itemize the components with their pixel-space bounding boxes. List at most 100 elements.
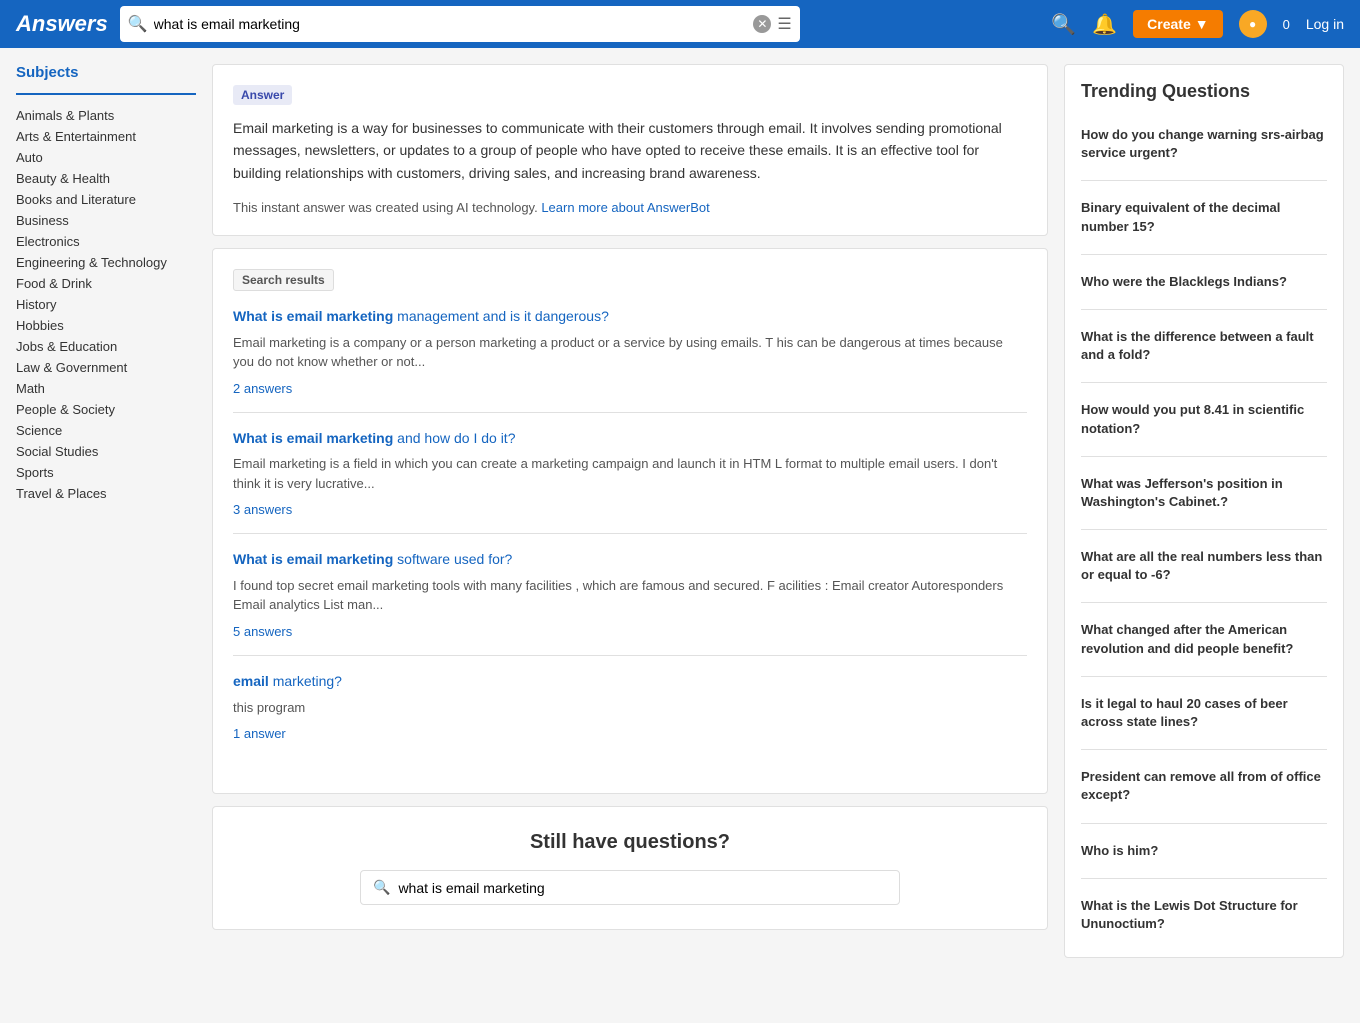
still-search-bar: 🔍: [360, 870, 900, 905]
results-box: Search results What is email marketing m…: [212, 248, 1048, 794]
clear-search-button[interactable]: ✕: [753, 15, 771, 33]
sidebar-item[interactable]: History: [16, 294, 196, 315]
result-title-rest[interactable]: management and is it dangerous?: [393, 308, 609, 324]
still-search-icon: 🔍: [373, 879, 390, 896]
still-questions-box: Still have questions? 🔍: [212, 806, 1048, 930]
search-icon: 🔍: [128, 14, 148, 34]
sidebar-item[interactable]: Hobbies: [16, 315, 196, 336]
trending-item[interactable]: How would you put 8.41 in scientific not…: [1081, 393, 1327, 445]
trending-divider: [1081, 529, 1327, 530]
content: Answer Email marketing is a way for busi…: [212, 64, 1048, 958]
trending-divider: [1081, 382, 1327, 383]
result-title-bold[interactable]: email: [233, 673, 269, 689]
result-answers-count[interactable]: 1 answer: [233, 726, 286, 741]
result-title: What is email marketing management and i…: [233, 307, 1027, 327]
create-button[interactable]: Create ▼: [1133, 10, 1222, 38]
result-item: email marketing? this program 1 answer: [233, 672, 1027, 757]
result-answers-count[interactable]: 3 answers: [233, 502, 292, 517]
trending-divider: [1081, 309, 1327, 310]
sidebar-item[interactable]: Books and Literature: [16, 189, 196, 210]
trending-divider: [1081, 456, 1327, 457]
result-title-bold[interactable]: What is email marketing: [233, 308, 393, 324]
result-title: email marketing?: [233, 672, 1027, 692]
sidebar-item[interactable]: Travel & Places: [16, 483, 196, 504]
ai-note: This instant answer was created using AI…: [233, 200, 1027, 215]
notification-icon[interactable]: 🔔: [1092, 12, 1117, 37]
result-snippet: Email marketing is a company or a person…: [233, 333, 1027, 372]
result-items: What is email marketing management and i…: [233, 307, 1027, 757]
sidebar-item[interactable]: People & Society: [16, 399, 196, 420]
trending-item[interactable]: Binary equivalent of the decimal number …: [1081, 191, 1327, 243]
trending-item[interactable]: How do you change warning srs-airbag ser…: [1081, 118, 1327, 170]
trending-divider: [1081, 823, 1327, 824]
still-search-input[interactable]: [398, 880, 887, 896]
search-input[interactable]: [154, 16, 748, 32]
sidebar-item[interactable]: Animals & Plants: [16, 105, 196, 126]
user-points: 0: [1283, 17, 1290, 32]
header: Answers 🔍 ✕ ☰ 🔍 🔔 Create ▼ ● 0 Log in: [0, 0, 1360, 48]
sidebar-item[interactable]: Sports: [16, 462, 196, 483]
answer-box: Answer Email marketing is a way for busi…: [212, 64, 1048, 236]
result-title: What is email marketing software used fo…: [233, 550, 1027, 570]
result-answers-count[interactable]: 2 answers: [233, 381, 292, 396]
result-item: What is email marketing and how do I do …: [233, 429, 1027, 535]
trending-item[interactable]: Is it legal to haul 20 cases of beer acr…: [1081, 687, 1327, 739]
trending-divider: [1081, 878, 1327, 879]
header-actions: 🔍 🔔 Create ▼ ● 0 Log in: [1051, 10, 1344, 38]
search-bar: 🔍 ✕ ☰: [120, 6, 800, 42]
still-questions-title: Still have questions?: [233, 831, 1027, 854]
trending-divider: [1081, 602, 1327, 603]
results-tag: Search results: [233, 269, 334, 291]
sidebar-item[interactable]: Law & Government: [16, 357, 196, 378]
trending-divider: [1081, 676, 1327, 677]
sidebar-item[interactable]: Math: [16, 378, 196, 399]
trending-item[interactable]: What is the Lewis Dot Structure for Unun…: [1081, 889, 1327, 941]
sidebar-item[interactable]: Science: [16, 420, 196, 441]
trending-item[interactable]: Who is him?: [1081, 834, 1327, 868]
result-title-rest[interactable]: marketing?: [269, 673, 342, 689]
result-snippet: this program: [233, 698, 1027, 718]
sidebar-items: Animals & PlantsArts & EntertainmentAuto…: [16, 105, 196, 504]
result-title-rest[interactable]: and how do I do it?: [393, 430, 515, 446]
main-layout: Subjects Animals & PlantsArts & Entertai…: [0, 48, 1360, 974]
logo[interactable]: Answers: [16, 11, 108, 37]
result-answers-count[interactable]: 5 answers: [233, 624, 292, 639]
trending-title: Trending Questions: [1081, 81, 1327, 102]
sidebar-divider: [16, 93, 196, 95]
trending-item[interactable]: President can remove all from of office …: [1081, 760, 1327, 812]
result-title: What is email marketing and how do I do …: [233, 429, 1027, 449]
trending-divider: [1081, 749, 1327, 750]
sidebar-item[interactable]: Engineering & Technology: [16, 252, 196, 273]
sidebar-item[interactable]: Jobs & Education: [16, 336, 196, 357]
trending-item[interactable]: What was Jefferson's position in Washing…: [1081, 467, 1327, 519]
answer-text: Email marketing is a way for businesses …: [233, 117, 1027, 184]
sidebar-item[interactable]: Electronics: [16, 231, 196, 252]
trending-divider: [1081, 254, 1327, 255]
trending-item[interactable]: Who were the Blacklegs Indians?: [1081, 265, 1327, 299]
sidebar-title: Subjects: [16, 64, 196, 81]
result-title-bold[interactable]: What is email marketing: [233, 551, 393, 567]
result-snippet: I found top secret email marketing tools…: [233, 576, 1027, 615]
sidebar-item[interactable]: Auto: [16, 147, 196, 168]
result-title-bold[interactable]: What is email marketing: [233, 430, 393, 446]
answer-tag: Answer: [233, 85, 292, 105]
trending-item[interactable]: What are all the real numbers less than …: [1081, 540, 1327, 592]
search-nav-icon[interactable]: 🔍: [1051, 12, 1076, 37]
user-avatar[interactable]: ●: [1239, 10, 1267, 38]
sidebar-item[interactable]: Arts & Entertainment: [16, 126, 196, 147]
login-button[interactable]: Log in: [1306, 16, 1344, 32]
filter-button[interactable]: ☰: [777, 14, 791, 34]
answerbot-link[interactable]: Learn more about AnswerBot: [541, 200, 709, 215]
sidebar-item[interactable]: Food & Drink: [16, 273, 196, 294]
result-snippet: Email marketing is a field in which you …: [233, 454, 1027, 493]
sidebar-item[interactable]: Beauty & Health: [16, 168, 196, 189]
trending-panel: Trending Questions How do you change war…: [1064, 64, 1344, 958]
trending-item[interactable]: What is the difference between a fault a…: [1081, 320, 1327, 372]
trending-item[interactable]: What changed after the American revoluti…: [1081, 613, 1327, 665]
sidebar-item[interactable]: Social Studies: [16, 441, 196, 462]
result-title-rest[interactable]: software used for?: [393, 551, 512, 567]
sidebar-item[interactable]: Business: [16, 210, 196, 231]
result-item: What is email marketing management and i…: [233, 307, 1027, 413]
sidebar: Subjects Animals & PlantsArts & Entertai…: [16, 64, 196, 958]
trending-items: How do you change warning srs-airbag ser…: [1081, 118, 1327, 941]
